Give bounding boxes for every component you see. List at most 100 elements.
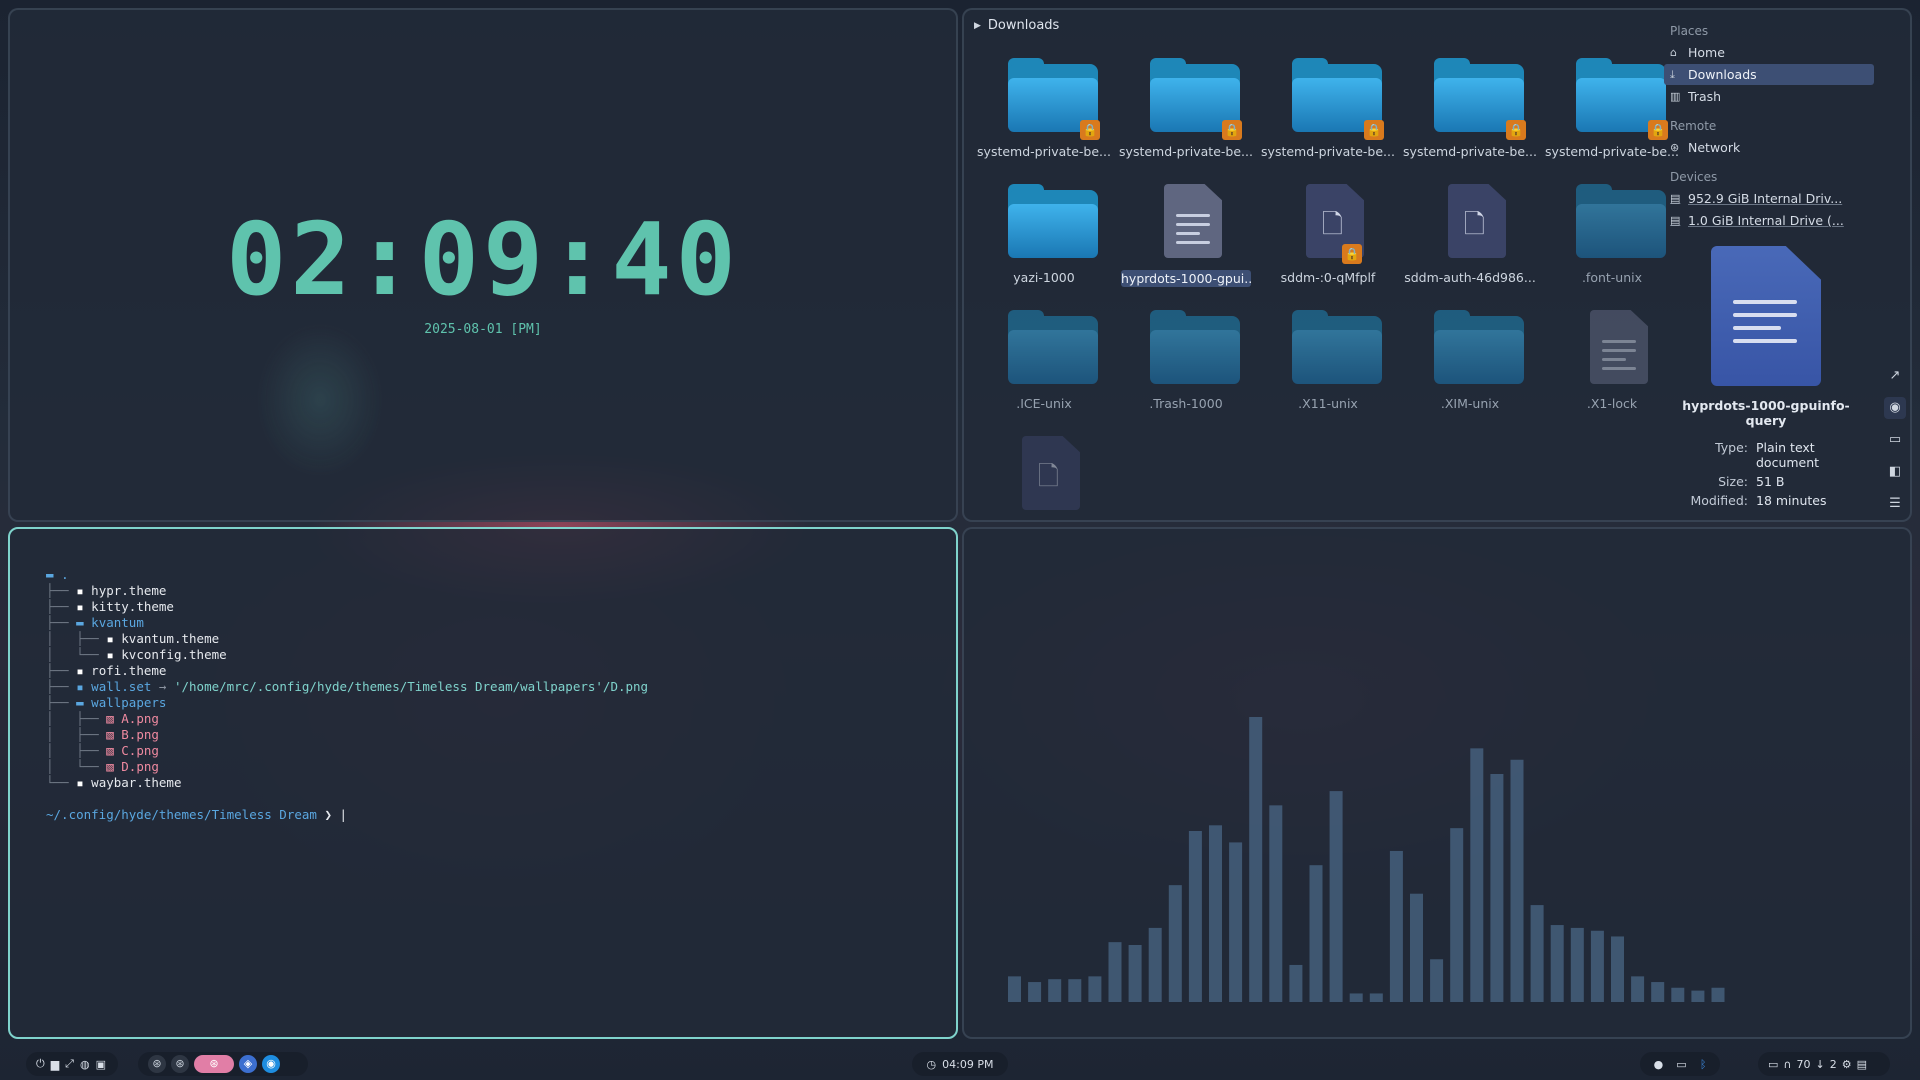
file-item-label: hyprdots-1000-gpui...	[1121, 270, 1251, 287]
terminal-output[interactable]: ▬ . ├── ▪ hypr.theme ├── ▪ kitty.theme ├── …	[46, 567, 648, 823]
download-icon: ⤓	[1670, 67, 1675, 81]
place-network[interactable]: ⊛ Network	[1664, 137, 1874, 158]
clock-window[interactable]: 02:09:40 2025-08-01 [PM]	[8, 8, 958, 522]
visualizer-bar	[1349, 993, 1363, 1002]
shell-prompt[interactable]: ~/.config/hyde/themes/Timeless Dream ❯ |	[46, 807, 648, 823]
tree-line: │ └── ▧ D.png	[46, 759, 159, 774]
file-icon: 🗋	[1430, 180, 1510, 260]
file-item[interactable]: 🗋	[974, 432, 1114, 520]
trash-icon: ▥	[1670, 90, 1681, 103]
place-trash[interactable]: ▥ Trash	[1664, 86, 1874, 107]
type-value: Plain text document	[1756, 440, 1820, 470]
clock-date: 2025-08-01 [PM]	[424, 322, 542, 337]
visualizer-bar	[1590, 930, 1604, 1002]
tree-line: ├── ▪ rofi.theme	[46, 663, 167, 678]
display-icon[interactable]: ▭	[1676, 1058, 1686, 1071]
wallpaper-icon[interactable]: ▣	[96, 1058, 106, 1071]
workspace-active-steam-icon[interactable]: ⊛	[194, 1055, 234, 1073]
device-drive-2[interactable]: ▤ 1.0 GiB Internal Drive (...	[1664, 210, 1874, 231]
image-icon: ▧	[106, 727, 122, 742]
file-manager-window[interactable]: ▶ Downloads 🔒 systemd-private-be... 🔒 syste…	[962, 8, 1912, 522]
file-item[interactable]: 🗋 sddm-auth-46d986...	[1400, 180, 1540, 296]
lock-icon: 🔒	[1342, 244, 1362, 264]
file-item[interactable]: .ICE-unix	[974, 306, 1114, 422]
folder-icon	[1004, 306, 1098, 386]
type-label: Type:	[1715, 440, 1748, 455]
breadcrumb-downloads[interactable]: Downloads	[988, 18, 1059, 33]
open-with-icon[interactable]: ↗	[1884, 365, 1906, 387]
terminal-window[interactable]: ▬ . ├── ▪ hypr.theme ├── ▪ kitty.theme ├── …	[8, 527, 958, 1039]
file-item[interactable]: .XIM-unix	[1400, 306, 1540, 422]
menu-icon[interactable]: ☰	[1884, 493, 1906, 515]
screen-icon[interactable]: ▭	[1768, 1058, 1778, 1071]
file-item-label: .XIM-unix	[1440, 396, 1500, 411]
visualizer-bar	[1671, 987, 1685, 1002]
microphone-icon[interactable]: ●	[1654, 1058, 1664, 1071]
tree-line: ├── ▬ kvantum	[46, 615, 144, 630]
download-icon[interactable]: ↓	[1815, 1058, 1824, 1071]
visualizer-bar	[1611, 936, 1624, 1002]
places-panel: Places ⌂ Home ⤓ Downloads ▥ Trash Remote ⊛ N…	[1664, 18, 1874, 232]
steam-icon[interactable]: ⊛	[171, 1055, 189, 1073]
tree-line: │ ├── ▧ C.png	[46, 743, 159, 758]
file-item[interactable]: .Trash-1000	[1116, 306, 1256, 422]
file-item[interactable]: .X1-lock	[1542, 306, 1682, 422]
visualizer-bar	[1229, 842, 1243, 1002]
app-icon[interactable]: ◈	[239, 1055, 257, 1073]
file-item[interactable]: 🔒 systemd-private-be...	[1542, 54, 1682, 170]
file-item[interactable]: 🗋 🔒 sddm-:0-qMfplf	[1258, 180, 1398, 296]
file-item[interactable]: hyprdots-1000-gpui...	[1116, 180, 1256, 296]
network-icon: ⊛	[1670, 141, 1680, 154]
folder-icon	[1146, 306, 1240, 386]
tree-line: │ ├── ▧ A.png	[46, 711, 159, 726]
visualizer-bar	[1068, 979, 1082, 1002]
file-item[interactable]: .X11-unix	[1258, 306, 1398, 422]
files-icon[interactable]: ▆	[51, 1058, 59, 1071]
file-item-label: systemd-private-be...	[1119, 144, 1253, 159]
expand-icon[interactable]: ⤢	[65, 1057, 74, 1071]
visualizer-bar	[1711, 987, 1725, 1002]
file-icon: ▪	[106, 631, 122, 646]
places-header: Places	[1670, 24, 1709, 38]
folder-open-icon[interactable]: ▭	[1884, 429, 1906, 451]
chevron-right-icon[interactable]: ▶	[974, 21, 981, 31]
size-label: Size:	[1718, 474, 1748, 489]
browser-icon[interactable]: ◉	[262, 1055, 280, 1073]
visualizer-bar	[1128, 945, 1142, 1002]
bluetooth-icon[interactable]: ᛒ	[1700, 1058, 1707, 1071]
device-drive-1[interactable]: ▤ 952.9 GiB Internal Driv...	[1664, 188, 1874, 209]
headphones-icon[interactable]: ∩	[1783, 1058, 1791, 1071]
file-item[interactable]: 🔒 systemd-private-be...	[974, 54, 1114, 170]
tree-line: ▬ .	[46, 567, 69, 582]
visualizer-bar	[1389, 850, 1403, 1002]
folder-icon	[1572, 180, 1666, 260]
steam-icon[interactable]: ⊛	[148, 1055, 166, 1073]
file-item[interactable]: 🔒 systemd-private-be...	[1258, 54, 1398, 170]
text-file-icon	[1572, 306, 1652, 386]
visualizer-bar	[1651, 982, 1665, 1002]
eye-icon[interactable]: ◉	[1884, 397, 1906, 419]
file-item[interactable]: 🔒 systemd-private-be...	[1400, 54, 1540, 170]
visualizer-bar	[1410, 893, 1423, 1002]
place-home[interactable]: ⌂ Home	[1664, 42, 1874, 63]
place-downloads[interactable]: ⤓ Downloads	[1664, 64, 1874, 85]
visualizer-bar	[1631, 976, 1645, 1002]
file-item[interactable]: .font-unix	[1542, 180, 1682, 296]
breadcrumb[interactable]: ▶ Downloads	[974, 18, 1059, 33]
audio-visualizer-window[interactable]	[962, 527, 1912, 1039]
file-item[interactable]: yazi-1000	[974, 180, 1114, 296]
file-icon: ▪	[76, 599, 92, 614]
power-icon[interactable]: ⏻	[36, 1057, 45, 1071]
palette-icon[interactable]: ◍	[80, 1058, 90, 1071]
gear-icon[interactable]: ⚙	[1842, 1058, 1852, 1071]
taskbar: ⏻ ▆ ⤢ ◍ ▣ ⊛ ⊛ ⊛ ◈ ◉ ◷ 04:09 PM ● ▭ ᛒ ▭ ∩…	[0, 1048, 1920, 1080]
visualizer-bar	[1510, 759, 1524, 1002]
taskbar-clock[interactable]: ◷ 04:09 PM	[912, 1052, 1008, 1076]
folder-icon	[1430, 306, 1524, 386]
tree-line: ├── ▪ wall.set → '/home/mrc/.config/hyde…	[46, 679, 649, 694]
file-icon: 🗋	[1004, 432, 1084, 512]
panel-icon[interactable]: ◧	[1884, 461, 1906, 483]
keyboard-icon[interactable]: ▤	[1857, 1058, 1867, 1071]
tree-line: │ ├── ▧ B.png	[46, 727, 159, 742]
file-item[interactable]: 🔒 systemd-private-be...	[1116, 54, 1256, 170]
